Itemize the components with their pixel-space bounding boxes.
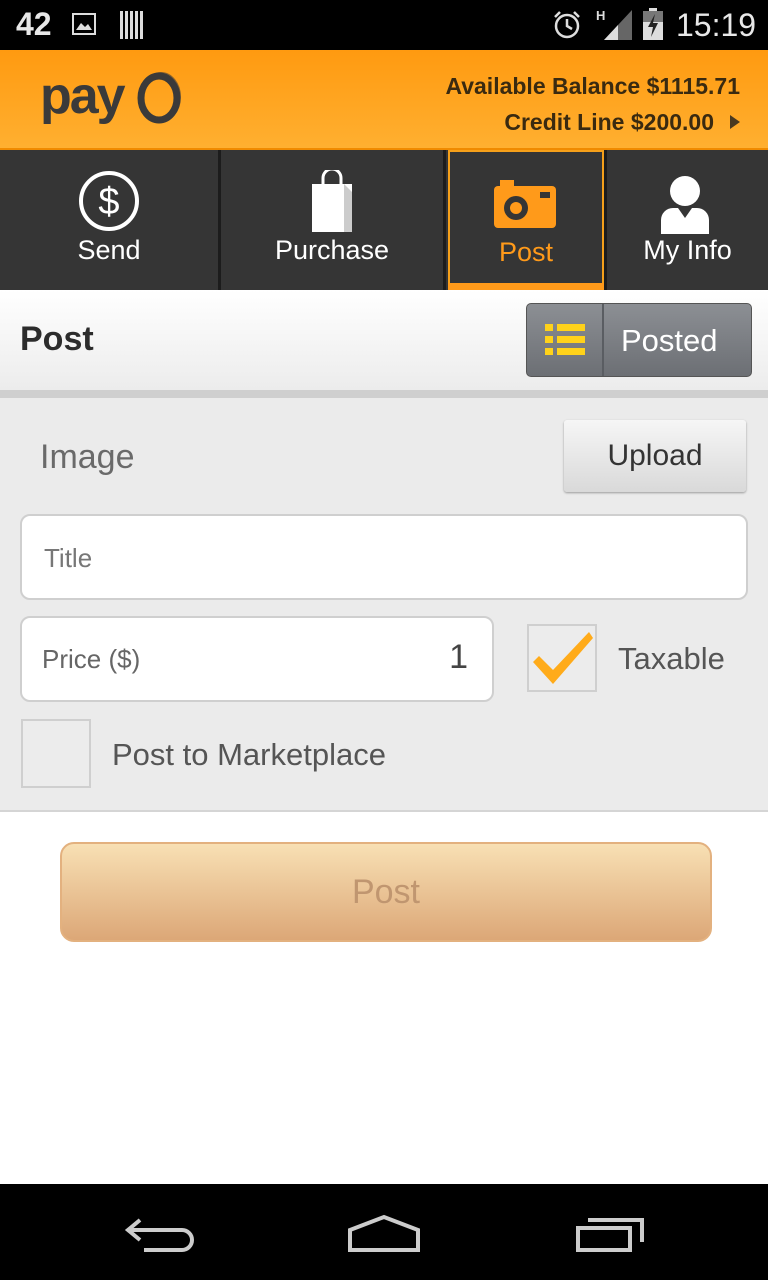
post-form: Image Upload Price ($) 1 Taxable Post to…	[0, 398, 768, 812]
page-title: Post	[20, 320, 94, 358]
taxable-label: Taxable	[618, 641, 725, 676]
svg-text:$: $	[98, 181, 119, 223]
title-input[interactable]	[42, 516, 626, 600]
marketplace-checkbox[interactable]	[21, 719, 91, 788]
price-value: 1	[449, 638, 468, 676]
credit-line: Credit Line $200.00	[504, 109, 714, 135]
tab-my-info-label: My Info	[643, 235, 732, 265]
tab-my-info[interactable]: My Info	[607, 150, 768, 290]
image-label: Image	[40, 438, 135, 476]
price-field[interactable]: Price ($) 1	[20, 616, 494, 702]
network-type-label: H	[596, 8, 605, 23]
status-bar: 42 H 15:19	[0, 0, 768, 50]
barcode-icon	[120, 11, 146, 39]
tab-send-label: Send	[77, 235, 141, 265]
system-nav-bar	[0, 1184, 768, 1280]
title-field[interactable]	[20, 514, 748, 600]
signal-icon: H	[596, 8, 632, 40]
checkmark-icon	[533, 632, 593, 684]
arrow-right-icon	[730, 114, 740, 129]
marketplace-label: Post to Marketplace	[112, 737, 386, 772]
list-icon	[527, 304, 604, 376]
shopping-bag-icon	[312, 170, 352, 232]
back-icon[interactable]	[124, 1216, 196, 1252]
app-logo: pay	[40, 64, 190, 134]
tab-post-label: Post	[498, 237, 554, 267]
tab-purchase-label: Purchase	[274, 235, 390, 265]
price-placeholder: Price ($)	[42, 644, 141, 674]
tab-purchase[interactable]: Purchase	[221, 150, 443, 290]
person-icon	[661, 176, 709, 234]
posted-button[interactable]: Posted	[526, 303, 752, 377]
tab-send[interactable]: $ Send	[0, 150, 218, 290]
upload-button[interactable]: Upload	[564, 420, 746, 492]
clock-time: 15:19	[676, 7, 757, 43]
posted-button-label: Posted	[621, 323, 718, 358]
available-balance: Available Balance $1115.71	[445, 73, 740, 99]
section-header: Post Posted	[0, 290, 768, 398]
notification-count: 42	[16, 6, 52, 42]
recent-apps-icon[interactable]	[574, 1216, 646, 1252]
alarm-icon	[554, 11, 580, 39]
image-icon	[72, 13, 96, 35]
balance-info[interactable]: Available Balance $1115.71 Credit Line $…	[445, 68, 740, 140]
main-tab-bar: $ Send Purchase Post My Info	[0, 150, 768, 290]
battery-icon	[643, 8, 663, 40]
logo-ring-icon	[137, 72, 181, 124]
active-tab-indicator	[448, 283, 604, 290]
camera-icon	[494, 180, 556, 228]
logo-text: pay	[40, 67, 126, 125]
taxable-checkbox[interactable]	[527, 624, 597, 692]
post-submit-button[interactable]: Post	[60, 842, 712, 942]
dollar-circle-icon: $	[79, 171, 139, 231]
tab-post[interactable]: Post	[448, 150, 604, 290]
home-icon[interactable]	[346, 1214, 422, 1254]
